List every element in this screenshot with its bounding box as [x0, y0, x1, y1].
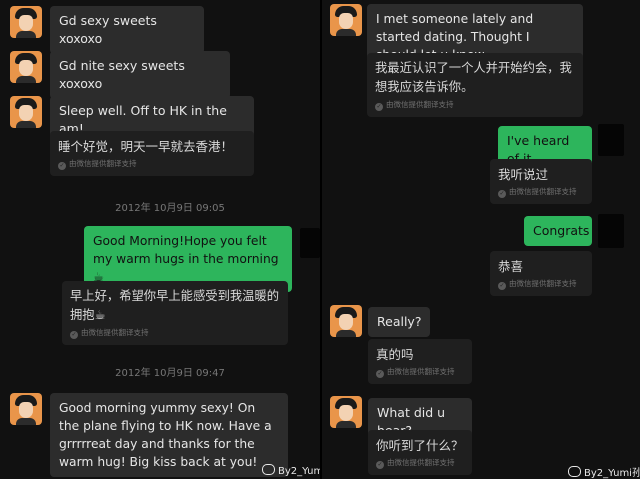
translation-text: 你听到了什么？: [376, 438, 464, 453]
watermark: By2_Yumi: [262, 464, 320, 477]
contact-avatar[interactable]: [10, 96, 42, 128]
check-icon: ✓: [375, 103, 383, 111]
left-chat-panel: Gd sexy sweets xoxoxo Gd nite sexy sweet…: [0, 0, 320, 479]
check-icon: ✓: [376, 370, 384, 378]
translation-box: 你听到了什么？ ✓ 由微信提供翻译支持: [368, 430, 472, 475]
redacted-avatar: [598, 214, 624, 248]
check-icon: ✓: [376, 461, 384, 469]
translation-note: ✓ 由微信提供翻译支持: [498, 187, 584, 198]
translation-note: ✓ 由微信提供翻译支持: [58, 159, 246, 170]
translation-note: ✓ 由微信提供翻译支持: [376, 367, 464, 378]
check-icon: ✓: [498, 282, 506, 290]
message-bubble-sent[interactable]: Congrats: [524, 216, 592, 246]
translation-text: 我听说过: [498, 167, 549, 182]
contact-avatar[interactable]: [10, 6, 42, 38]
translation-box: 恭喜 ✓ 由微信提供翻译支持: [490, 251, 592, 296]
translation-note-text: 由微信提供翻译支持: [509, 187, 577, 196]
translation-text: 睡个好觉，明天一早就去香港！: [58, 139, 234, 154]
translation-note-text: 由微信提供翻译支持: [69, 159, 137, 168]
check-icon: ✓: [58, 162, 66, 170]
check-icon: ✓: [498, 190, 506, 198]
message-bubble[interactable]: Really?: [368, 307, 430, 337]
redacted-avatar: [598, 124, 624, 156]
redacted-avatar: [300, 228, 320, 258]
contact-avatar[interactable]: [330, 4, 362, 36]
translation-note-text: 由微信提供翻译支持: [387, 458, 455, 467]
weibo-icon: [568, 466, 581, 477]
message-bubble[interactable]: Gd nite sexy sweets xoxoxo: [50, 51, 230, 99]
watermark: By2_Yumi孙雨: [568, 464, 640, 479]
translation-note-text: 由微信提供翻译支持: [387, 367, 455, 376]
message-bubble[interactable]: Good morning yummy sexy! On the plane fl…: [50, 393, 288, 477]
translation-box: 早上好，希望你早上能感受到我温暖的拥抱☕ ✓ 由微信提供翻译支持: [62, 281, 288, 345]
translation-box: 我最近认识了一个人并开始约会，我想我应该告诉你。 ✓ 由微信提供翻译支持: [367, 53, 583, 117]
timestamp: 2012年 10月9日 09:05: [115, 203, 225, 214]
translation-text: 真的吗: [376, 347, 414, 362]
contact-avatar[interactable]: [330, 305, 362, 337]
translation-note: ✓ 由微信提供翻译支持: [376, 458, 464, 469]
translation-note-text: 由微信提供翻译支持: [509, 279, 577, 288]
translation-text: 恭喜: [498, 259, 524, 274]
translation-note-text: 由微信提供翻译支持: [81, 328, 149, 337]
contact-avatar[interactable]: [330, 396, 362, 428]
contact-avatar[interactable]: [10, 393, 42, 425]
message-bubble[interactable]: Gd sexy sweets xoxoxo: [50, 6, 204, 54]
contact-avatar[interactable]: [10, 51, 42, 83]
check-icon: ✓: [70, 331, 78, 339]
translation-note: ✓ 由微信提供翻译支持: [498, 279, 584, 290]
translation-box: 睡个好觉，明天一早就去香港！ ✓ 由微信提供翻译支持: [50, 131, 254, 176]
translation-box: 真的吗 ✓ 由微信提供翻译支持: [368, 339, 472, 384]
watermark-text: By2_Yumi孙雨: [584, 468, 640, 479]
timestamp: 2012年 10月9日 09:47: [115, 368, 225, 379]
translation-text: 我最近认识了一个人并开始约会，我想我应该告诉你。: [375, 61, 572, 94]
translation-box: 我听说过 ✓ 由微信提供翻译支持: [490, 159, 592, 204]
translation-note: ✓ 由微信提供翻译支持: [70, 328, 280, 339]
translation-note-text: 由微信提供翻译支持: [386, 100, 454, 109]
translation-text: 早上好，希望你早上能感受到我温暖的拥抱☕: [70, 289, 280, 322]
watermark-text: By2_Yumi: [278, 466, 320, 477]
translation-note: ✓ 由微信提供翻译支持: [375, 100, 575, 111]
right-chat-panel: I met someone lately and started dating.…: [322, 0, 640, 479]
weibo-icon: [262, 464, 275, 475]
